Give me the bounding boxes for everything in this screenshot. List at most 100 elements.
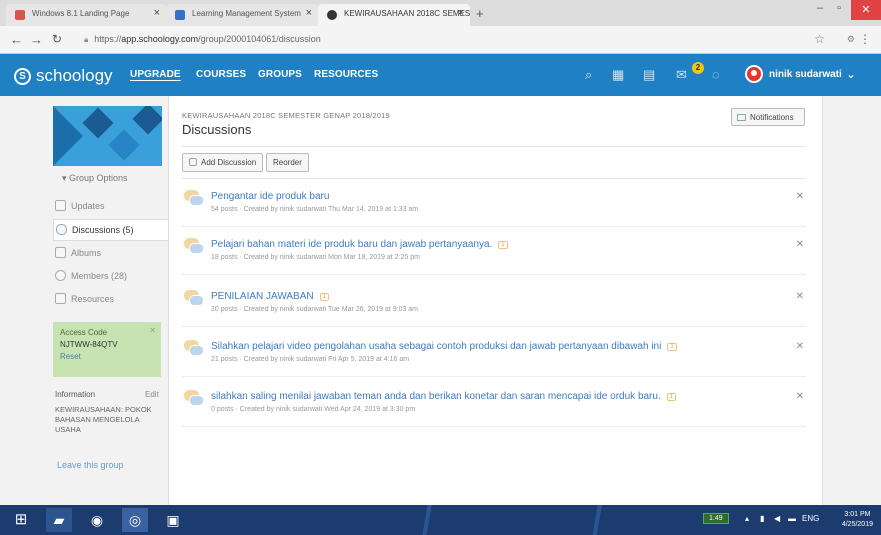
divider bbox=[182, 146, 806, 147]
notifications-button[interactable]: Notifications bbox=[731, 108, 805, 126]
schoology-logo-icon: S bbox=[14, 67, 31, 85]
discussion-title-link[interactable]: Pelajari bahan materi ide produk baru da… bbox=[211, 239, 492, 250]
leave-group-link[interactable]: Leave this group bbox=[57, 460, 124, 470]
file-explorer-icon[interactable]: ▰ bbox=[46, 508, 72, 532]
page-title: Discussions bbox=[182, 122, 252, 137]
notifications-bell-icon[interactable]: ◌ bbox=[712, 67, 720, 82]
user-avatar[interactable] bbox=[745, 65, 763, 83]
sidebar-item-label: Updates bbox=[71, 201, 105, 211]
sidebar-item-label: Albums bbox=[71, 248, 102, 258]
delete-discussion-icon[interactable]: ✕ bbox=[796, 191, 804, 202]
chrome-icon[interactable]: ◎ bbox=[122, 508, 148, 532]
discussion-meta: 21 posts · Created by ninik sudarwati Fr… bbox=[211, 356, 410, 363]
discussion-title-link[interactable]: Silahkan pelajari video pengolahan usaha… bbox=[211, 341, 661, 352]
extension-icon[interactable]: ⚙ bbox=[847, 34, 855, 45]
access-code-reset-link[interactable]: Reset bbox=[60, 352, 154, 361]
browser-menu-icon[interactable]: ⋮ bbox=[859, 32, 871, 46]
user-name[interactable]: ninik sudarwati bbox=[769, 69, 842, 80]
discussions-icon bbox=[56, 224, 67, 235]
information-edit-link[interactable]: Edit bbox=[145, 390, 159, 399]
reload-icon[interactable]: ↻ bbox=[52, 32, 62, 46]
comment-count-icon: 1 bbox=[666, 393, 677, 401]
sidebar-item-resources[interactable]: Resources bbox=[53, 289, 168, 311]
close-tab-icon[interactable]: × bbox=[154, 7, 160, 19]
browser-tab-lms[interactable]: Learning Management System × bbox=[166, 4, 318, 26]
back-icon[interactable]: ← bbox=[10, 32, 23, 47]
group-options-menu[interactable]: ▾ Group Options bbox=[62, 173, 128, 184]
tab-label: Learning Management System bbox=[192, 9, 301, 18]
chevron-down-icon[interactable]: ⌄ bbox=[846, 67, 856, 81]
nav-upgrade[interactable]: UPGRADE bbox=[130, 69, 181, 80]
delete-discussion-icon[interactable]: ✕ bbox=[796, 341, 804, 352]
tray-arrow-icon[interactable]: ▴ bbox=[745, 514, 749, 523]
add-discussion-label: Add Discussion bbox=[201, 158, 257, 167]
notifications-icon bbox=[737, 114, 746, 121]
access-code-title: Access Code bbox=[60, 328, 108, 337]
discussion-bubble-icon bbox=[184, 390, 204, 406]
breadcrumb[interactable]: KEWIRAUSAHAAN 2018C SEMESTER GENAP 2018/… bbox=[182, 111, 390, 120]
sidebar-item-label: Members (28) bbox=[71, 271, 128, 281]
app-icon[interactable]: ▣ bbox=[160, 508, 186, 532]
sidebar-item-members[interactable]: Members (28) bbox=[53, 266, 168, 288]
lock-icon: 🔒︎ bbox=[84, 35, 89, 44]
discussion-meta: 20 posts · Created by ninik sudarwati Tu… bbox=[211, 306, 419, 313]
discussion-bubble-icon bbox=[184, 340, 204, 356]
forward-icon[interactable]: → bbox=[30, 32, 43, 47]
comment-count-icon: 1 bbox=[319, 293, 329, 301]
browser-tab-strip: Windows 8.1 Landing Page × Learning Mana… bbox=[0, 0, 881, 26]
volume-icon[interactable]: ◀ bbox=[774, 514, 780, 523]
system-clock[interactable]: 3:01 PM 4/25/2019 bbox=[842, 510, 873, 530]
sidebar-item-updates[interactable]: Updates bbox=[53, 196, 168, 218]
restore-icon[interactable]: ▫ bbox=[837, 2, 841, 14]
apps-grid-icon[interactable]: ▦ bbox=[612, 67, 624, 83]
close-icon[interactable]: ✕ bbox=[149, 326, 156, 335]
browser-tab-schoology[interactable]: KEWIRAUSAHAAN 2018C SEMES × bbox=[318, 4, 470, 26]
reorder-button[interactable]: Reorder bbox=[266, 153, 309, 172]
discussion-bubble-icon bbox=[184, 290, 204, 306]
schoology-logo[interactable]: S schoology bbox=[14, 66, 113, 86]
divider bbox=[182, 178, 806, 179]
delete-discussion-icon[interactable]: ✕ bbox=[796, 391, 804, 402]
comment-count-icon: 1 bbox=[498, 241, 508, 249]
search-icon[interactable]: ⌕ bbox=[585, 67, 592, 83]
new-tab-button[interactable]: + bbox=[476, 6, 484, 21]
access-code-box: ✕ Access Code NJTWW-84QTV Reset bbox=[53, 322, 161, 377]
delete-discussion-icon[interactable]: ✕ bbox=[796, 291, 804, 302]
discussion-title-link[interactable]: silahkan saling menilai jawaban teman an… bbox=[211, 391, 661, 402]
information-title: Information bbox=[55, 390, 96, 399]
sidebar-item-discussions[interactable]: Discussions (5) bbox=[53, 219, 168, 241]
windows-start-icon[interactable]: ⊞ bbox=[8, 508, 34, 532]
url-field[interactable]: 🔒︎ https://app.schoology.com/group/200010… bbox=[84, 34, 321, 45]
firefox-icon[interactable]: ◉ bbox=[84, 508, 110, 532]
nav-resources[interactable]: RESOURCES bbox=[314, 69, 378, 80]
window-close-icon[interactable]: ✕ bbox=[851, 0, 881, 20]
windows-taskbar: ⊞ ▰ ◉ ◎ ▣ 1:49 ▴ ▮ ◀ ▬ ENG 3:01 PM 4/25/… bbox=[0, 505, 881, 535]
url-host: app.schoology.com bbox=[121, 34, 199, 44]
battery-indicator[interactable]: 1:49 bbox=[703, 513, 729, 524]
members-icon bbox=[55, 270, 66, 281]
access-code-value: NJTWW-84QTV bbox=[60, 340, 118, 349]
minimize-icon[interactable]: – bbox=[817, 2, 823, 14]
discussion-title-link[interactable]: PENILAIAN JAWABAN bbox=[211, 291, 314, 302]
nav-courses[interactable]: COURSES bbox=[196, 69, 246, 80]
information-text: KEWIRAUSAHAAN: POKOK BAHASAN MENGELOLA U… bbox=[55, 405, 152, 434]
close-tab-icon[interactable]: × bbox=[306, 7, 312, 19]
power-icon[interactable]: ▬ bbox=[788, 514, 796, 523]
discussion-item: Pengantar ide produk baru 54 posts · Cre… bbox=[182, 180, 806, 227]
discussion-item: PENILAIAN JAWABAN 1 20 posts · Created by… bbox=[182, 280, 806, 327]
discussion-bubble-icon bbox=[184, 238, 204, 254]
close-tab-icon[interactable]: × bbox=[458, 7, 464, 19]
schoology-favicon-icon bbox=[327, 10, 337, 20]
sidebar-item-albums[interactable]: Albums bbox=[53, 243, 168, 265]
language-indicator[interactable]: ENG bbox=[802, 514, 819, 523]
discussion-meta: 54 posts · Created by ninik sudarwati Th… bbox=[211, 206, 419, 213]
network-icon[interactable]: ▮ bbox=[760, 514, 764, 523]
browser-tab-windows[interactable]: Windows 8.1 Landing Page × bbox=[6, 4, 166, 26]
add-discussion-button[interactable]: Add Discussion bbox=[182, 153, 264, 172]
discussion-title-link[interactable]: Pengantar ide produk baru bbox=[211, 191, 329, 202]
nav-groups[interactable]: GROUPS bbox=[258, 69, 302, 80]
calendar-icon[interactable]: ▤ bbox=[643, 67, 655, 83]
messages-icon[interactable]: ✉ bbox=[676, 67, 687, 83]
delete-discussion-icon[interactable]: ✕ bbox=[796, 239, 804, 250]
bookmark-star-icon[interactable]: ☆ bbox=[814, 32, 825, 46]
